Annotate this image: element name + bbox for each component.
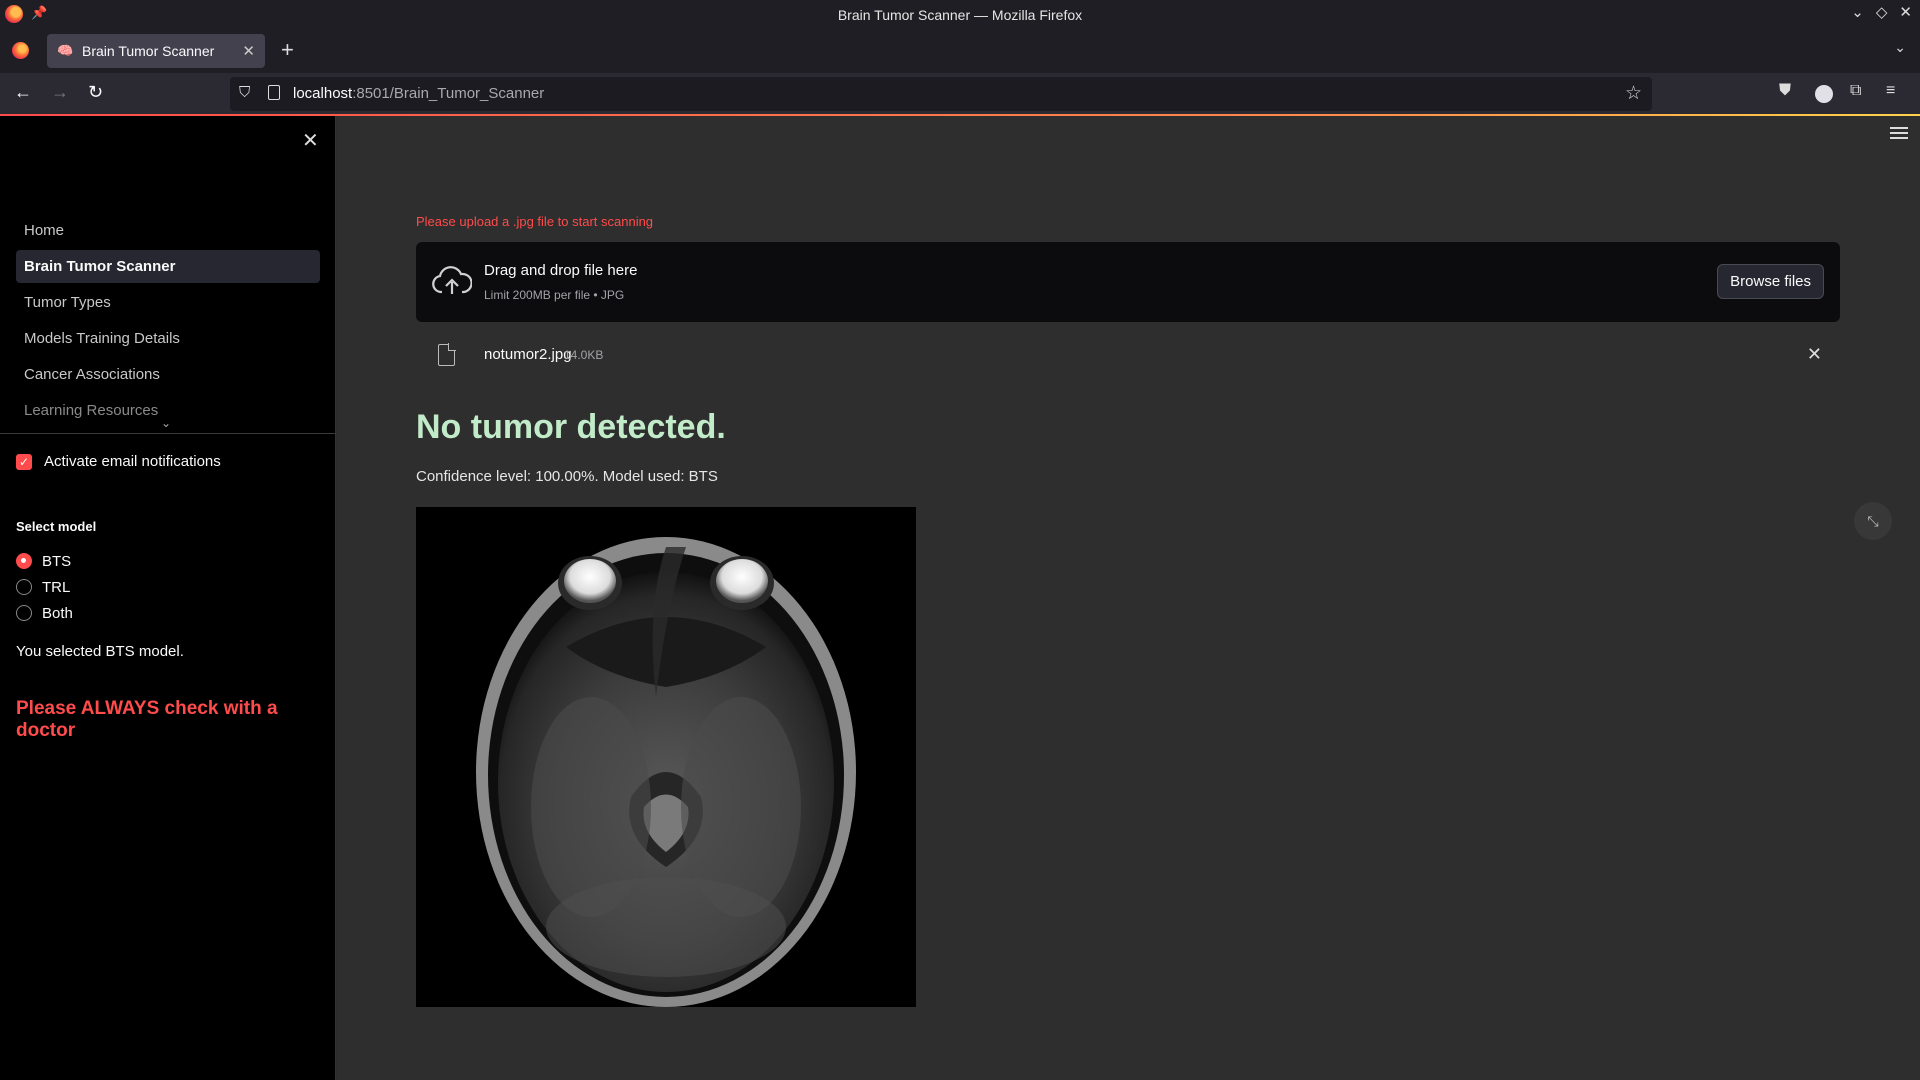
tracking-shield-icon[interactable]: ⛉ [239,84,250,101]
checkbox-checked-icon[interactable]: ✓ [16,453,32,470]
select-model-label: Select model [16,519,97,534]
file-dropzone[interactable]: Drag and drop file here Limit 200MB per … [416,242,1840,322]
forward-arrow-icon[interactable]: → [51,82,69,103]
email-notifications-checkbox[interactable]: ✓ Activate email notifications [16,453,221,470]
sidebar-divider [0,433,336,434]
tab-title: Brain Tumor Scanner [82,43,215,59]
sidebar: ✕ Home Brain Tumor Scanner Tumor Types M… [0,116,336,1080]
app-menu-icon[interactable]: ≡ [1886,82,1895,100]
sidebar-item-home[interactable]: Home [16,214,320,247]
sidebar-item-tumor-types[interactable]: Tumor Types [16,286,320,319]
firefox-logo-icon[interactable] [5,5,23,23]
pin-icon[interactable]: 📌 [31,5,47,21]
url-bar[interactable]: ⛉ localhost:8501/Brain_Tumor_Scanner ☆ [230,77,1652,111]
cloud-upload-icon [432,266,472,294]
tab-bar: 🧠 Brain Tumor Scanner ✕ + ⌄ [0,29,1920,73]
collapse-sidebar-close-icon[interactable]: ✕ [302,128,319,153]
browse-files-button[interactable]: Browse files [1717,264,1824,299]
sidebar-item-brain-tumor-scanner[interactable]: Brain Tumor Scanner [16,250,320,283]
firefox-view-icon[interactable] [12,42,29,59]
model-radio-group: BTS TRL Both [16,548,73,626]
uploaded-file-row: notumor2.jpg 14.0KB ✕ [416,336,1840,376]
result-heading: No tumor detected. [416,408,726,446]
radio-label: BTS [42,552,72,570]
dropzone-limit: Limit 200MB per file • JPG [484,288,625,302]
account-avatar-icon[interactable] [1815,85,1833,103]
brain-favicon-icon: 🧠 [57,43,74,58]
sidebar-item-models-training-details[interactable]: Models Training Details [16,322,320,355]
radio-option-trl[interactable]: TRL [16,574,73,600]
url-host: localhost [293,85,353,102]
main-menu-hamburger-icon[interactable] [1890,127,1908,142]
window-title: Brain Tumor Scanner — Mozilla Firefox [837,6,1083,23]
selected-model-text: You selected BTS model. [16,643,184,660]
uploaded-file-size: 14.0KB [564,348,604,362]
fullscreen-expand-icon[interactable]: ⤡ [1854,502,1892,540]
window-titlebar: 📌 Brain Tumor Scanner — Mozilla Firefox … [0,0,1920,29]
new-tab-icon[interactable]: + [281,37,294,63]
email-notifications-label: Activate email notifications [44,453,221,470]
radio-label: TRL [42,578,71,596]
reload-icon[interactable]: ↻ [88,82,103,103]
mri-scan-image [416,507,916,1007]
radio-selected-icon[interactable] [16,553,32,569]
expand-nav-chevron-icon[interactable]: ⌄ [161,416,171,430]
extensions-puzzle-icon[interactable]: ⧉ [1850,82,1861,100]
remove-file-close-icon[interactable]: ✕ [1807,344,1822,365]
window-controls: ⌄ ◇ ✕ [1851,3,1912,21]
sidebar-nav: Home Brain Tumor Scanner Tumor Types Mod… [16,214,320,430]
navigation-toolbar: ← → ↻ ⛉ localhost:8501/Brain_Tumor_Scann… [0,73,1920,115]
radio-option-both[interactable]: Both [16,600,73,626]
upload-hint: Please upload a .jpg file to start scann… [416,214,654,229]
mri-brain-scan-image [476,537,856,1007]
radio-unselected-icon[interactable] [16,579,32,595]
url-text[interactable]: localhost:8501/Brain_Tumor_Scanner [293,85,544,102]
page-info-icon[interactable] [268,85,280,100]
minimize-icon[interactable]: ⌄ [1851,3,1864,21]
url-path: :8501/Brain_Tumor_Scanner [352,85,545,102]
back-arrow-icon[interactable]: ← [14,82,32,103]
tab-close-icon[interactable]: ✕ [242,42,255,60]
uploaded-file-name: notumor2.jpg [484,346,572,363]
file-icon [438,343,456,366]
browser-tab[interactable]: 🧠 Brain Tumor Scanner ✕ [47,34,265,68]
radio-label: Both [42,604,73,622]
bookmark-star-icon[interactable]: ☆ [1625,82,1642,105]
close-window-icon[interactable]: ✕ [1899,3,1912,21]
radio-option-bts[interactable]: BTS [16,548,73,574]
pocket-icon[interactable]: ⛊ [1779,82,1791,100]
maximize-icon[interactable]: ◇ [1876,3,1888,21]
sidebar-item-cancer-associations[interactable]: Cancer Associations [16,358,320,391]
confidence-text: Confidence level: 100.00%. Model used: B… [416,468,718,485]
radio-unselected-icon[interactable] [16,605,32,621]
list-tabs-chevron-icon[interactable]: ⌄ [1894,39,1906,56]
doctor-warning: Please ALWAYS check with a doctor [16,698,278,741]
dropzone-title: Drag and drop file here [484,262,638,279]
main-content: Please upload a .jpg file to start scann… [337,116,1920,1080]
